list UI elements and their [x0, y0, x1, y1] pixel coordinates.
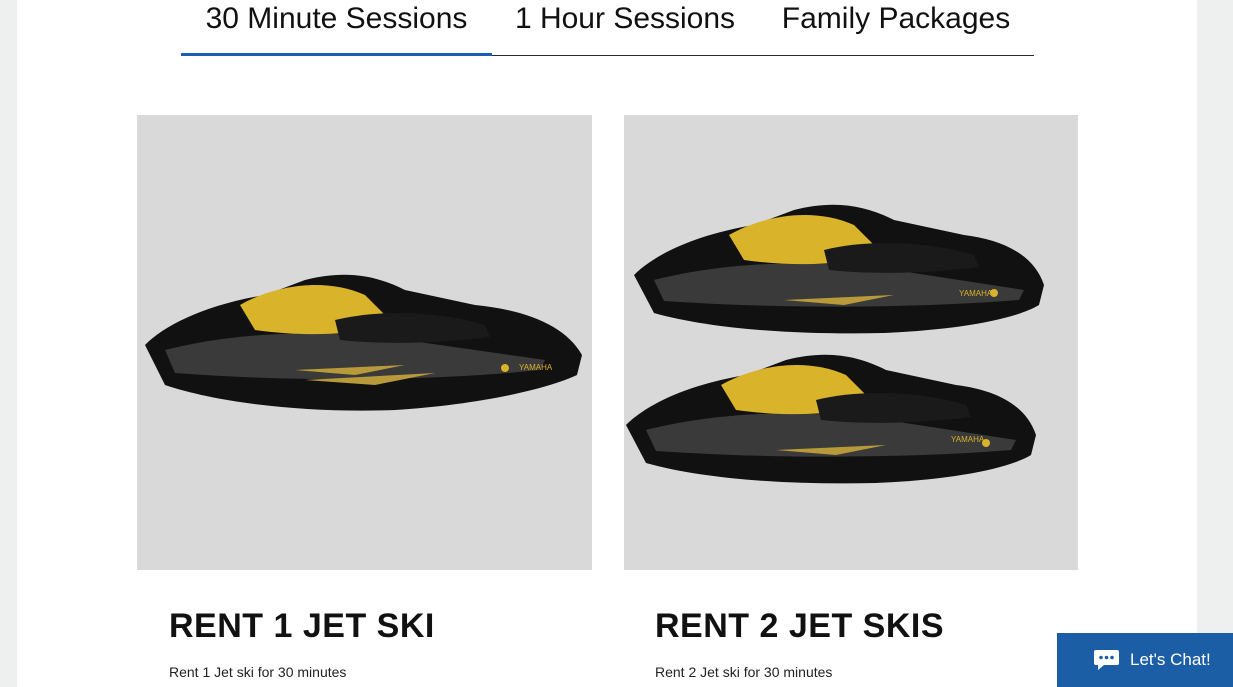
product-title[interactable]: RENT 2 JET SKIS	[655, 607, 944, 646]
tab-30-minute-sessions[interactable]: 30 Minute Sessions	[181, 0, 492, 56]
jet-ski-image: YAMAHA	[145, 274, 582, 411]
tab-family-packages[interactable]: Family Packages	[758, 0, 1034, 54]
product-description: Rent 2 Jet ski for 30 minutes	[655, 664, 833, 680]
yamaha-logo: YAMAHA	[519, 363, 553, 372]
chat-bubble-icon	[1093, 648, 1120, 672]
page-content: 30 Minute Sessions 1 Hour Sessions Famil…	[17, 0, 1197, 687]
chat-label: Let's Chat!	[1130, 650, 1211, 669]
yamaha-logo-top: YAMAHA	[959, 289, 993, 298]
tab-1-hour-sessions[interactable]: 1 Hour Sessions	[492, 0, 758, 54]
product-description: Rent 1 Jet ski for 30 minutes	[169, 664, 347, 680]
product-image-rent-2-jet-skis[interactable]: YAMAHA YAMAHA	[624, 115, 1078, 570]
chat-button[interactable]: Let's Chat!	[1057, 633, 1233, 687]
yamaha-logo-bottom: YAMAHA	[951, 435, 985, 444]
product-title[interactable]: RENT 1 JET SKI	[169, 607, 435, 646]
product-image-rent-1-jet-ski[interactable]: YAMAHA	[137, 115, 592, 570]
two-jet-skis-image: YAMAHA YAMAHA	[626, 204, 1044, 484]
session-tabs: 30 Minute Sessions 1 Hour Sessions Famil…	[181, 0, 1034, 56]
